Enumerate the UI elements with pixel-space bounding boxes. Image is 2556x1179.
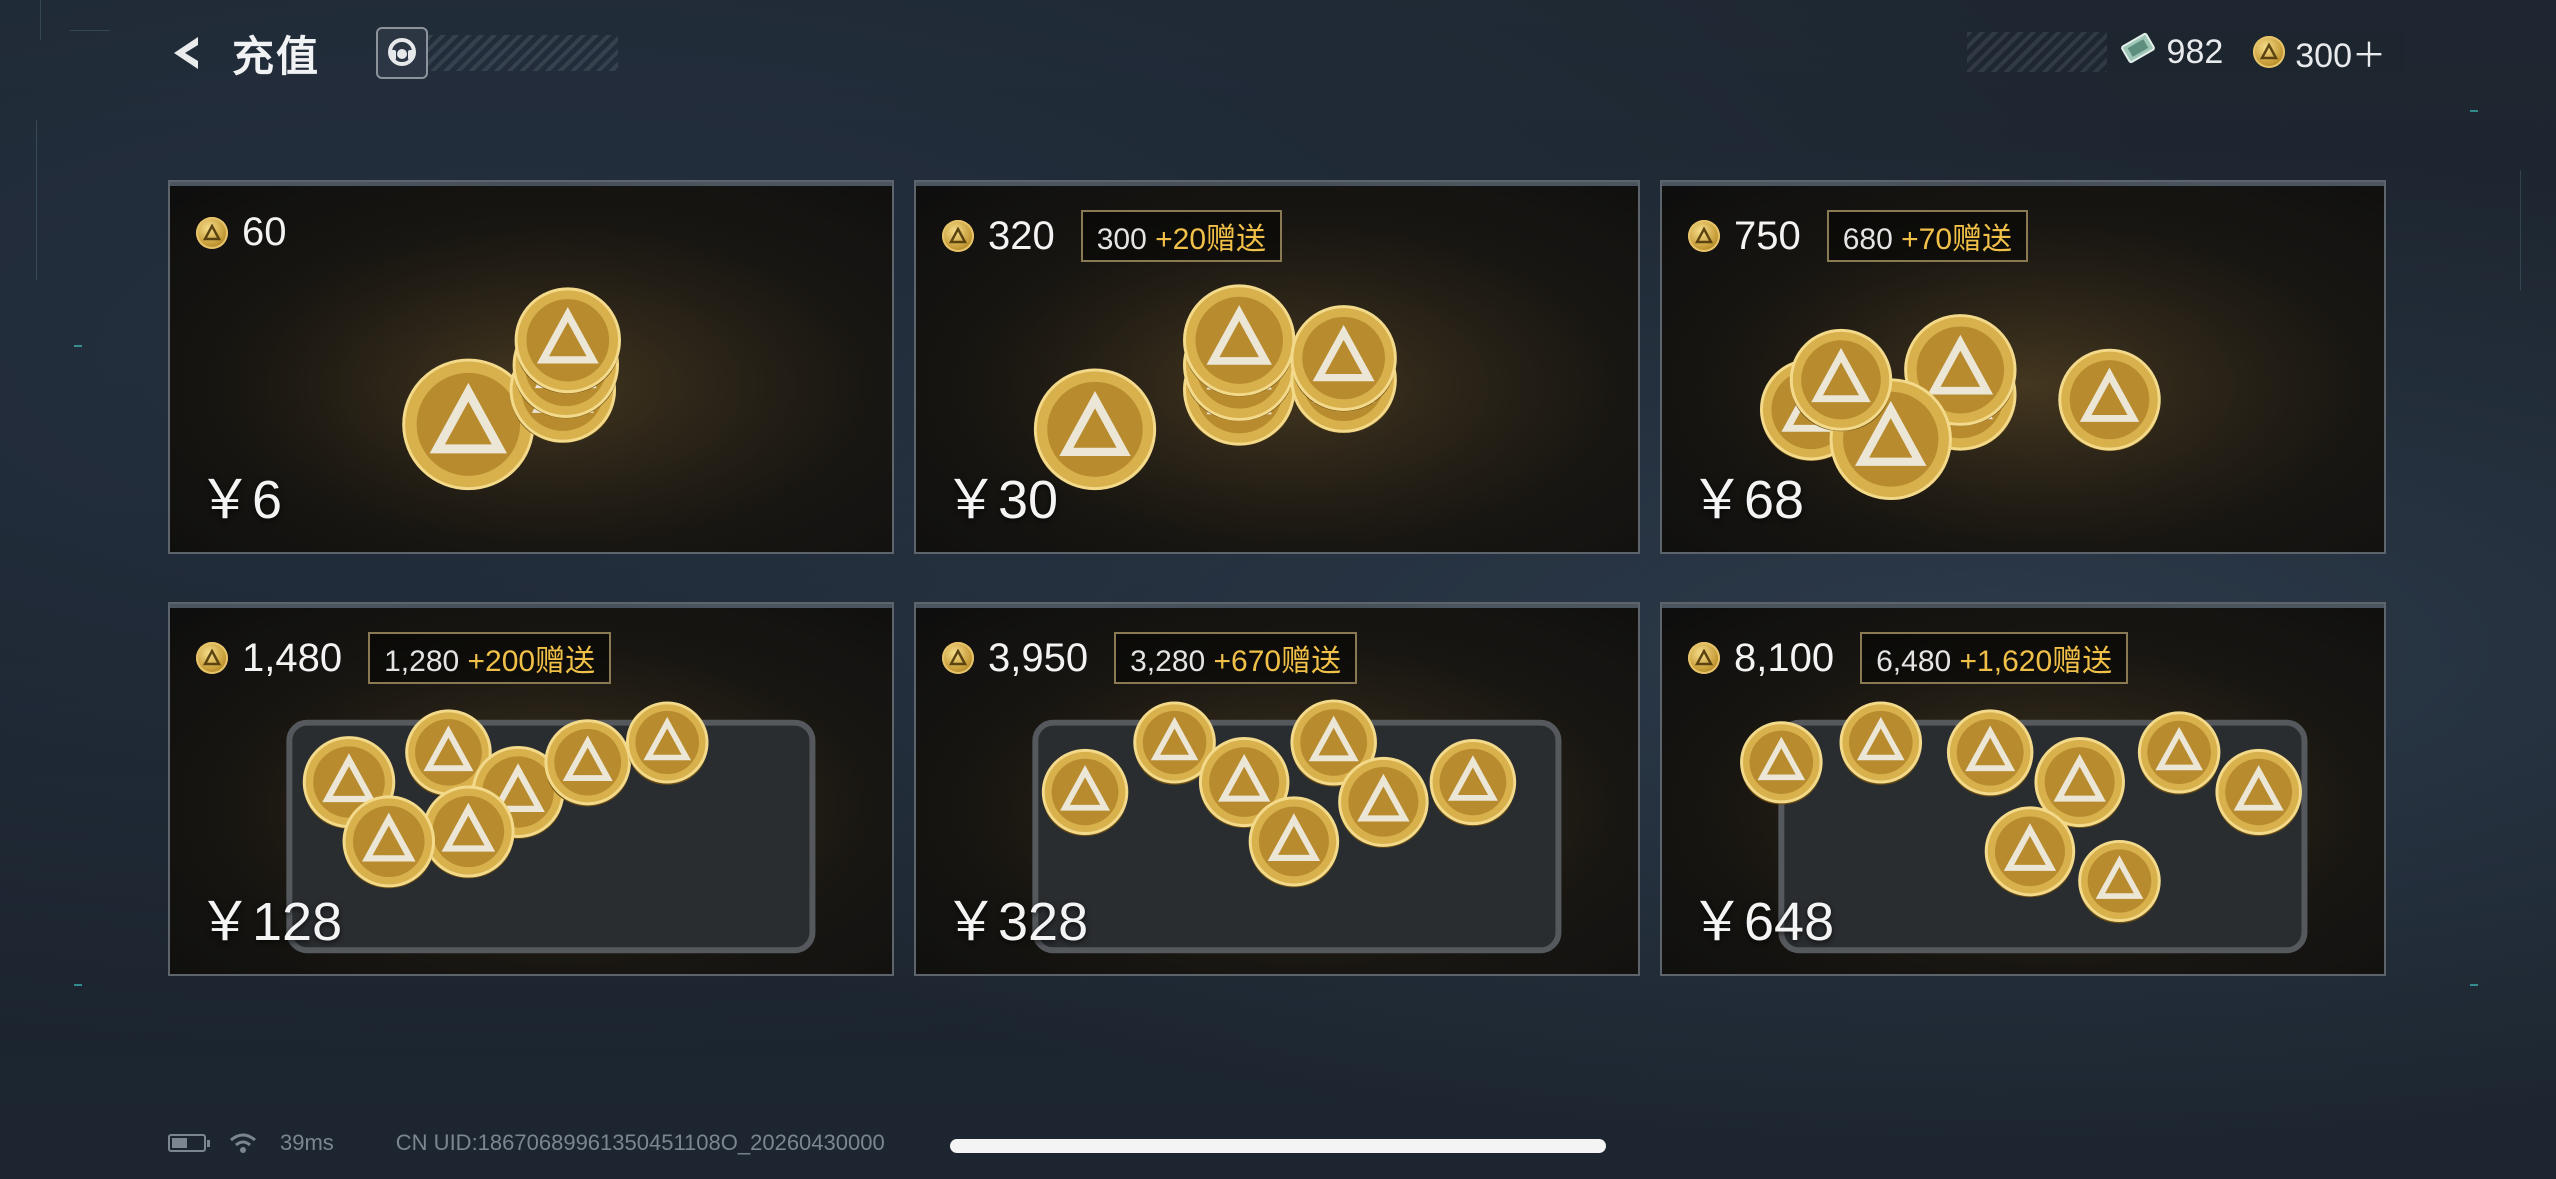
coin-icon: [2253, 36, 2286, 68]
headset-icon: [388, 38, 417, 66]
package-card[interactable]: 750 680 +70赠送 ￥68: [1660, 180, 2386, 554]
back-arrow-icon: [174, 37, 198, 69]
bonus-badge: 300 +20赠送: [1080, 210, 1283, 262]
package-card[interactable]: 1,480 1,280 +200赠送 ￥128: [168, 602, 894, 976]
package-card[interactable]: 8,100 6,480 +1,620赠送 ￥648: [1660, 602, 2386, 976]
coin-icon: [1688, 220, 1720, 252]
header-decoration: [428, 35, 619, 71]
bonus-base: 3,280: [1130, 645, 1206, 678]
coin-icon: [942, 220, 974, 252]
bonus-extra: +670赠送: [1213, 645, 1342, 678]
hud-marker: [2470, 984, 2478, 986]
bonus-badge: 3,280 +670赠送: [1114, 632, 1358, 684]
price-label: ￥6: [198, 470, 283, 530]
amount-row: 3,950 3,280 +670赠送: [942, 632, 1358, 684]
bonus-extra: +1,620赠送: [1959, 645, 2113, 678]
hud-frame-line: [40, 0, 41, 40]
uid-text: CN UID:18670689961350451108O_20260430000: [395, 1130, 885, 1155]
ping-text: 39ms: [280, 1130, 334, 1155]
price-label: ￥68: [1690, 470, 1805, 530]
coin-count: 300＋: [2295, 36, 2386, 75]
coin-icon: [196, 642, 228, 674]
ticket-balance[interactable]: 982: [2106, 31, 2242, 74]
amount-row: 60: [196, 210, 287, 255]
amount-row: 1,480 1,280 +200赠送: [196, 632, 612, 684]
price-label: ￥328: [944, 892, 1089, 952]
price-label: ￥648: [1690, 892, 1835, 952]
bonus-extra: +70赠送: [1901, 223, 2013, 256]
bonus-badge: 6,480 +1,620赠送: [1860, 632, 2129, 684]
bonus-base: 300: [1096, 223, 1147, 256]
bonus-extra: +200赠送: [467, 645, 596, 678]
bonus-base: 6,480: [1876, 645, 1952, 678]
coin-amount: 3,950: [988, 635, 1089, 680]
status-bar: 39ms CN UID:18670689961350451108O_202604…: [168, 1128, 885, 1158]
page-title: 充值: [232, 32, 321, 80]
coin-amount: 320: [988, 213, 1055, 258]
hud-marker: [74, 984, 82, 986]
coin-balance[interactable]: 300＋: [2241, 32, 2404, 75]
customer-service-button[interactable]: [376, 27, 429, 79]
coin-amount: 8,100: [1734, 635, 1835, 680]
bonus-badge: 680 +70赠送: [1826, 210, 2029, 262]
bonus-base: 1,280: [384, 645, 460, 678]
coin-amount: 60: [242, 210, 287, 254]
coin-amount: 1,480: [242, 635, 343, 680]
package-card[interactable]: 3,950 3,280 +670赠送 ￥328: [914, 602, 1640, 976]
hud-frame-line: [70, 30, 110, 31]
battery-icon: [168, 1134, 210, 1152]
ticket-count: 982: [2166, 32, 2224, 71]
hud-marker: [74, 345, 82, 347]
amount-row: 320 300 +20赠送: [942, 210, 1283, 262]
coin-icon: [196, 216, 228, 249]
price-label: ￥30: [944, 470, 1059, 530]
package-grid: 60 ￥6 320 300 +20赠送 ￥30 750 680 +70赠送 ￥6…: [168, 180, 2386, 980]
package-card[interactable]: 320 300 +20赠送 ￥30: [914, 180, 1640, 554]
hud-frame-line: [2520, 170, 2521, 290]
hud-frame-line: [36, 120, 37, 280]
header: 充值: [166, 27, 619, 80]
ticket-icon: [2119, 31, 2157, 74]
hud-marker: [2470, 110, 2478, 112]
bonus-badge: 1,280 +200赠送: [368, 632, 612, 684]
recharge-screen: 充值 982 300＋ 60 ￥6 320 300 +20赠送 ￥30 750 …: [0, 0, 2556, 1179]
coin-amount: 750: [1734, 213, 1801, 258]
coin-icon: [1688, 642, 1720, 674]
amount-row: 8,100 6,480 +1,620赠送: [1688, 632, 2129, 684]
coin-icon: [942, 642, 974, 674]
back-button[interactable]: [166, 31, 210, 75]
amount-row: 750 680 +70赠送: [1688, 210, 2029, 262]
wallet-bar: 982 300＋: [1966, 31, 2404, 75]
bonus-extra: +20赠送: [1155, 223, 1267, 256]
wifi-icon: [230, 1133, 256, 1153]
bonus-base: 680: [1842, 223, 1893, 256]
package-card[interactable]: 60 ￥6: [168, 180, 894, 554]
home-indicator[interactable]: [950, 1139, 1606, 1153]
price-label: ￥128: [198, 892, 343, 952]
